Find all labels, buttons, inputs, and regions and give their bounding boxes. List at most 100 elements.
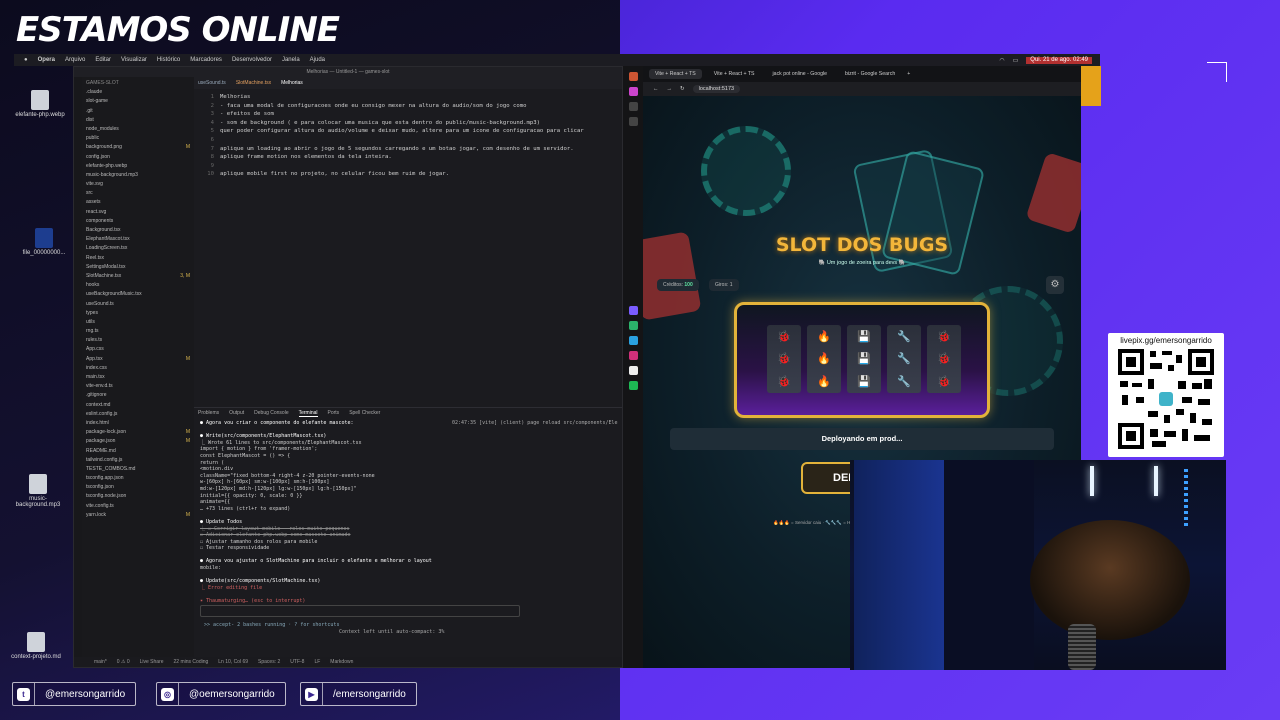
explorer-item[interactable]: SettingsModal.tsx — [86, 263, 190, 272]
menu-janela[interactable]: Janela — [282, 57, 300, 63]
explorer-item[interactable]: rules.ts — [86, 336, 190, 345]
desktop-file-icon[interactable]: elefante-php.webp — [10, 90, 70, 118]
sidebar-icon[interactable] — [628, 102, 638, 111]
explorer-item[interactable]: music-background.mp3 — [86, 171, 190, 180]
status-item[interactable]: 0 ⚠ 0 — [117, 657, 130, 667]
explorer-item[interactable]: tsconfig.app.json — [86, 474, 190, 483]
explorer-item[interactable]: node_modules — [86, 125, 190, 134]
aria-icon[interactable] — [628, 87, 638, 96]
sidebar-icon[interactable] — [628, 306, 638, 315]
explorer-item[interactable]: Reel.tsx — [86, 254, 190, 263]
panel-tab-terminal[interactable]: Terminal — [298, 408, 318, 417]
menu-desenvolvedor[interactable]: Desenvolvedor — [232, 57, 272, 63]
prompt-input[interactable] — [200, 605, 520, 617]
wifi-icon[interactable]: ◠ — [999, 57, 1004, 64]
settings-button[interactable]: ⚙ — [1046, 276, 1064, 294]
opera-icon[interactable] — [628, 72, 638, 81]
desktop-file-icon[interactable]: music-background.mp3 — [8, 474, 68, 508]
explorer-item[interactable]: vite-env.d.ts — [86, 382, 190, 391]
panel-tab-problems[interactable]: Problems — [198, 408, 219, 417]
browser-tab[interactable]: jack pot online - Google — [767, 69, 834, 79]
status-item[interactable]: Live Share — [140, 657, 164, 667]
explorer-item[interactable]: LoadingScreen.tsx — [86, 244, 190, 253]
menu-marcadores[interactable]: Marcadores — [190, 57, 222, 63]
explorer-item[interactable]: assets — [86, 198, 190, 207]
instagram-icon[interactable] — [628, 351, 638, 360]
code-editor[interactable]: 1 Melhorias 2 - faca uma modal de configura… — [194, 89, 622, 409]
telegram-icon[interactable] — [628, 336, 638, 345]
x-icon[interactable] — [628, 366, 638, 375]
explorer-item[interactable]: public — [86, 134, 190, 143]
explorer-item[interactable]: tailwind.config.js — [86, 456, 190, 465]
reload-icon[interactable]: ↻ — [680, 86, 685, 92]
status-item[interactable]: Spaces: 2 — [258, 657, 280, 667]
status-item[interactable]: UTF-8 — [290, 657, 304, 667]
terminal[interactable]: 02:47:35 [vite] (client) page reload src… — [194, 417, 622, 657]
desktop-file-icon[interactable]: context-projeto.md — [6, 632, 66, 660]
explorer-item[interactable]: background.png M — [86, 143, 190, 152]
menu-editar[interactable]: Editar — [95, 57, 111, 63]
explorer-item[interactable]: hooks — [86, 281, 190, 290]
explorer-item[interactable]: .claude — [86, 88, 190, 97]
explorer-item[interactable]: vite.config.ts — [86, 502, 190, 511]
browser-tab[interactable]: Vite + React + TS — [708, 69, 761, 79]
explorer-item[interactable]: useBackgroundMusic.tsx — [86, 290, 190, 299]
tab-slotmachine[interactable]: SlotMachine.tsx — [236, 77, 271, 89]
explorer-item[interactable]: App.tsx M — [86, 355, 190, 364]
explorer-item[interactable]: package.json M — [86, 437, 190, 446]
explorer-item[interactable]: types — [86, 309, 190, 318]
explorer-item[interactable]: components — [86, 217, 190, 226]
explorer-item[interactable]: package-lock.json M — [86, 428, 190, 437]
panel-tab-spell[interactable]: Spell Checker — [349, 408, 380, 417]
explorer-item[interactable]: main.tsx — [86, 373, 190, 382]
explorer-item[interactable]: ElephantMascot.tsx — [86, 235, 190, 244]
new-tab-icon[interactable]: + — [907, 71, 910, 77]
status-item[interactable]: main* — [94, 657, 107, 667]
social-instagram[interactable]: ◎ @oemersongarrido — [156, 682, 286, 706]
explorer-item[interactable]: README.md — [86, 447, 190, 456]
forward-icon[interactable]: → — [667, 86, 673, 92]
explorer-item[interactable]: config.json — [86, 153, 190, 162]
explorer-item[interactable]: .git — [86, 107, 190, 116]
menu-historico[interactable]: Histórico — [157, 57, 180, 63]
panel-tab-debug[interactable]: Debug Console — [254, 408, 288, 417]
explorer-item[interactable]: App.css — [86, 345, 190, 354]
explorer-item[interactable]: slot-game — [86, 97, 190, 106]
explorer-item[interactable]: eslint.config.js — [86, 410, 190, 419]
explorer-item[interactable]: yarn.lock M — [86, 511, 190, 520]
status-item[interactable]: Ln 10, Col 69 — [218, 657, 248, 667]
explorer-item[interactable]: react.svg — [86, 208, 190, 217]
spotify-icon[interactable] — [628, 381, 638, 390]
whatsapp-icon[interactable] — [628, 321, 638, 330]
apple-icon[interactable]: ● — [24, 57, 28, 63]
url-field[interactable]: localhost:5173 — [692, 85, 741, 93]
explorer-item[interactable]: useSound.ts — [86, 300, 190, 309]
menu-ajuda[interactable]: Ajuda — [310, 57, 325, 63]
tab-melhorias[interactable]: Melhorias — [281, 77, 303, 89]
explorer-item[interactable]: context.md — [86, 401, 190, 410]
explorer-item[interactable]: src — [86, 189, 190, 198]
battery-icon[interactable]: ▭ — [1013, 57, 1019, 64]
menubar-datetime[interactable]: Qui. 21 de ago. 02:49 — [1026, 56, 1092, 64]
back-icon[interactable]: ← — [653, 86, 659, 92]
browser-tab[interactable]: Vite + React + TS — [649, 69, 702, 79]
explorer-item[interactable]: dist — [86, 116, 190, 125]
explorer-item[interactable]: vite.svg — [86, 180, 190, 189]
explorer-item[interactable]: .gitignore — [86, 391, 190, 400]
explorer-item[interactable]: index.css — [86, 364, 190, 373]
tab-usesound[interactable]: useSound.ts — [198, 77, 226, 89]
status-item[interactable]: Markdown — [330, 657, 353, 667]
explorer-item[interactable]: tsconfig.node.json — [86, 492, 190, 501]
social-twitter[interactable]: t @emersongarrido — [12, 682, 137, 706]
explorer-item[interactable]: tsconfig.json — [86, 483, 190, 492]
explorer-item[interactable]: utils — [86, 318, 190, 327]
menu-visualizar[interactable]: Visualizar — [121, 57, 147, 63]
panel-tab-ports[interactable]: Ports — [328, 408, 340, 417]
browser-tab[interactable]: bizrit - Google Search — [839, 69, 901, 79]
panel-tab-output[interactable]: Output — [229, 408, 244, 417]
explorer-item[interactable]: SlotMachine.tsx 3, M — [86, 272, 190, 281]
sidebar-icon[interactable] — [628, 117, 638, 126]
desktop-file-icon[interactable]: file_00000000... — [14, 228, 74, 256]
menu-arquivo[interactable]: Arquivo — [65, 57, 85, 63]
explorer-item[interactable]: Background.tsx — [86, 226, 190, 235]
